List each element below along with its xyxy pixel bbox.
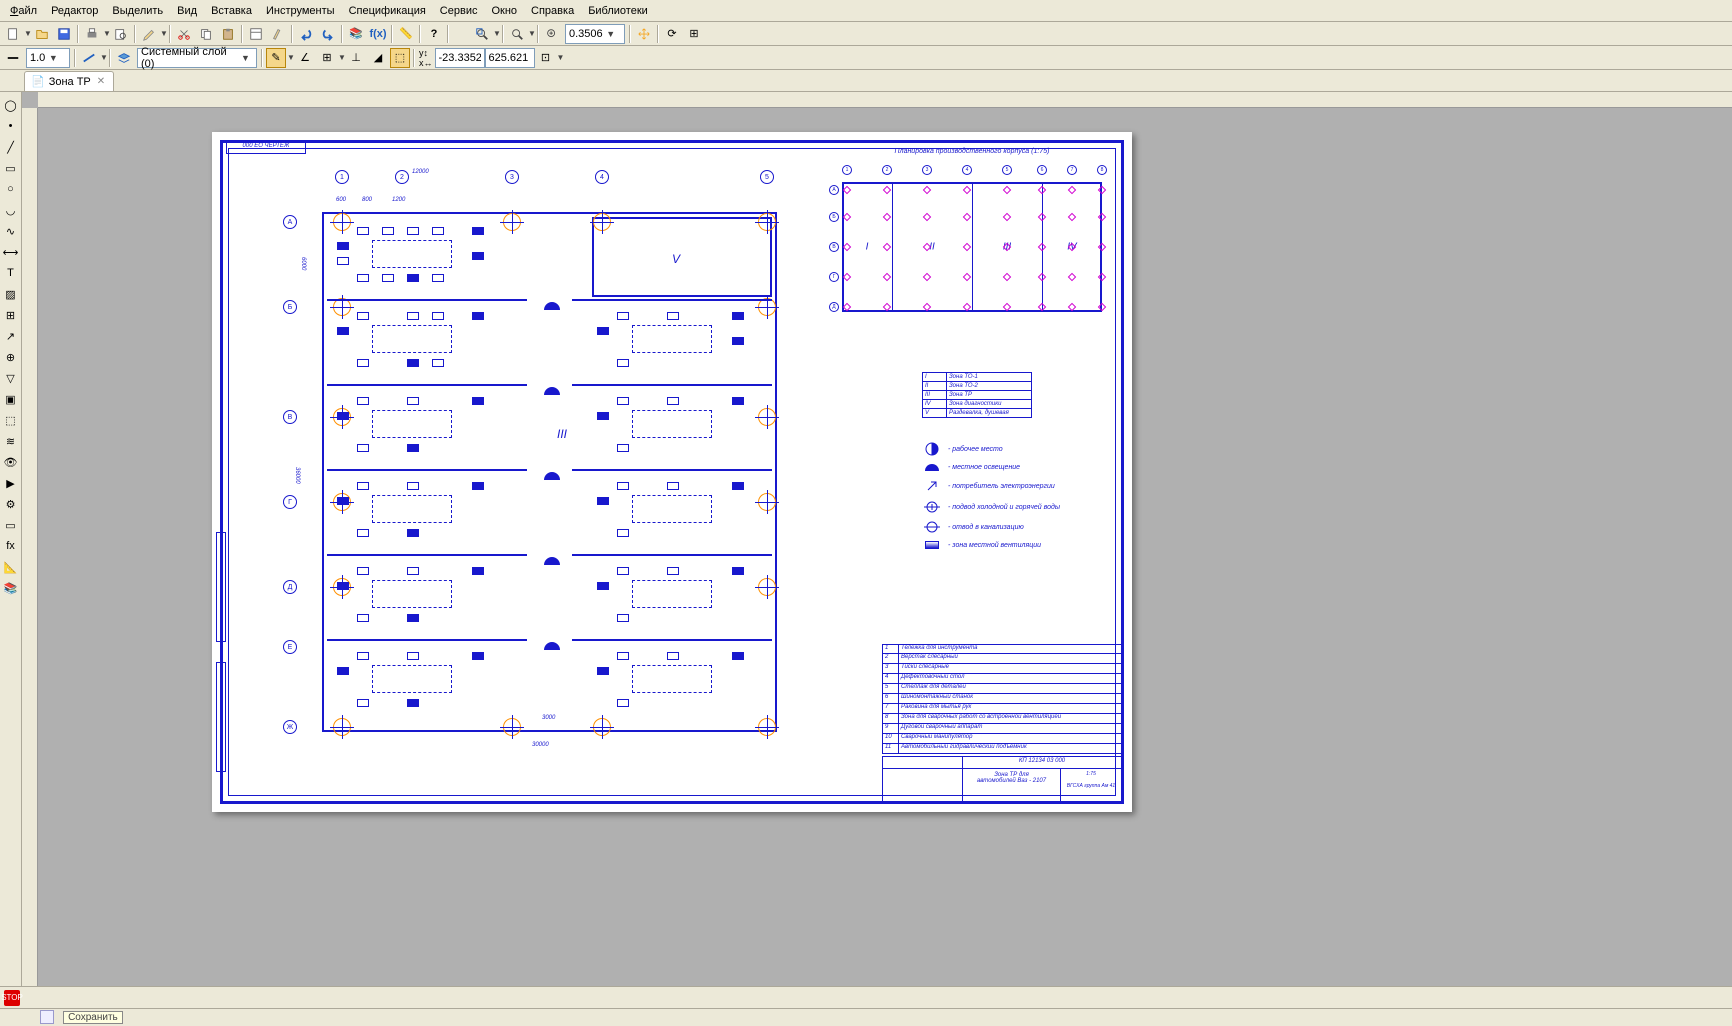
menu-bar: ФФайлайл Редактор Выделить Вид Вставка И… (0, 0, 1732, 22)
snap-grid-icon[interactable]: ⊞ (317, 48, 337, 68)
menu-insert[interactable]: Вставка (205, 2, 258, 20)
param2-icon[interactable]: fx (2, 537, 20, 555)
zoom-value[interactable]: 1.0▼ (26, 48, 70, 68)
drawing-canvas[interactable]: 000 ЕО ЧЕРТЕЖ V III 1 2 3 4 5 А Б В (22, 92, 1732, 986)
hint-bar: Сохранить (0, 1008, 1732, 1026)
new-icon[interactable] (3, 24, 23, 44)
dim-icon[interactable]: ⟷ (2, 243, 20, 261)
redo-icon[interactable] (318, 24, 338, 44)
linecolor-icon[interactable] (79, 48, 99, 68)
undo-icon[interactable] (296, 24, 316, 44)
paste-icon[interactable] (218, 24, 238, 44)
leader-icon[interactable]: ↗ (2, 327, 20, 345)
tab-close-icon[interactable]: ✕ (95, 76, 107, 87)
menu-help[interactable]: Справка (525, 2, 580, 20)
zone-table: IЗона ТО-1 IIЗона ТО-2 IIIЗона ТР IVЗона… (922, 372, 1032, 418)
cut-icon[interactable] (174, 24, 194, 44)
print-icon[interactable] (82, 24, 102, 44)
refresh-icon[interactable]: ⟳ (662, 24, 682, 44)
layermgr-icon[interactable] (114, 48, 134, 68)
menu-window[interactable]: Окно (485, 2, 523, 20)
measure2-icon[interactable]: 📐 (2, 558, 20, 576)
menu-libraries[interactable]: Библиотеки (582, 2, 654, 20)
table-icon[interactable]: ⊞ (2, 306, 20, 324)
copy-props-icon[interactable] (268, 24, 288, 44)
zoom-in-icon[interactable] (542, 24, 562, 44)
main-area: ◯ • ╱ ▭ ○ ◡ ∿ ⟷ T ▨ ⊞ ↗ ⊕ ▽ ▣ ⬚ ≋ 👁 ▶ ⚙ … (0, 92, 1732, 986)
frame-icon[interactable]: ⬚ (2, 411, 20, 429)
coord-menu-icon[interactable]: ⊡ (536, 48, 556, 68)
manager-icon[interactable]: 📚 (346, 24, 366, 44)
rect-icon[interactable]: ▭ (2, 159, 20, 177)
lib-icon[interactable]: 📚 (2, 579, 20, 597)
arc-icon[interactable]: ◡ (2, 201, 20, 219)
floor-plan: V III 1 2 3 4 5 А Б В Г Д Е Ж (272, 167, 782, 742)
param-icon[interactable]: ⬚ (390, 48, 410, 68)
doc-icon: 📄 (31, 75, 45, 88)
document-tabs: 📄 Зона ТР ✕ (0, 70, 1732, 92)
menu-file[interactable]: ФФайлайл (4, 2, 43, 20)
open-icon[interactable] (32, 24, 52, 44)
base-icon[interactable]: ▣ (2, 390, 20, 408)
variables-icon[interactable]: f(x) (368, 24, 388, 44)
pan-icon[interactable] (634, 24, 654, 44)
zoom-dynamic-icon[interactable] (507, 24, 527, 44)
menu-spec[interactable]: Спецификация (343, 2, 432, 20)
coord-x-input[interactable] (435, 48, 485, 68)
vertical-toolbar: ◯ • ╱ ▭ ○ ◡ ∿ ⟷ T ▨ ⊞ ↗ ⊕ ▽ ▣ ⬚ ≋ 👁 ▶ ⚙ … (0, 92, 22, 986)
properties-icon[interactable] (246, 24, 266, 44)
save-icon[interactable] (54, 24, 74, 44)
line-icon[interactable]: ╱ (2, 138, 20, 156)
tab-label: Зона ТР (49, 76, 91, 88)
zoom-window-icon[interactable] (472, 24, 492, 44)
layer-combo[interactable]: Системный слой (0)▼ (137, 48, 257, 68)
view-icon[interactable]: 👁 (2, 453, 20, 471)
point-icon[interactable]: • (2, 117, 20, 135)
hatch-icon[interactable]: ▨ (2, 285, 20, 303)
text-icon[interactable]: T (2, 264, 20, 282)
tab-zona-tr[interactable]: 📄 Зона ТР ✕ (24, 71, 114, 91)
status-bar: STOP (0, 986, 1732, 1008)
toolbar-props: 1.0▼ ▼ Системный слой (0)▼ ✎▼ ∠ ⊞▼ ⊥ ◢ ⬚… (0, 46, 1732, 70)
snap-toggle[interactable]: ✎ (266, 48, 286, 68)
spline-icon[interactable]: ∿ (2, 222, 20, 240)
showall-icon[interactable]: ⊞ (684, 24, 704, 44)
ruler-horizontal (38, 92, 1732, 108)
menu-select[interactable]: Выделить (106, 2, 169, 20)
linestyle-icon[interactable] (3, 48, 23, 68)
menu-view[interactable]: Вид (171, 2, 203, 20)
circle-icon[interactable]: ○ (2, 180, 20, 198)
preview-icon[interactable] (111, 24, 131, 44)
constr-icon[interactable]: ⚙ (2, 495, 20, 513)
break-icon[interactable]: ≋ (2, 432, 20, 450)
ortho-icon[interactable]: ⊥ (346, 48, 366, 68)
macro-icon[interactable]: ▶ (2, 474, 20, 492)
toolbar-main: ▼ ▼ ▼ 📚 f(x) 📏 ? ▼ ▼ 0.3506▼ ⟳ ⊞ (0, 22, 1732, 46)
title-block: КП 12134 03 000 Зона ТР дляавтомобилей В… (882, 756, 1122, 802)
measure-icon[interactable]: 📏 (396, 24, 416, 44)
coord-y-input[interactable] (485, 48, 535, 68)
drawing-stamp: 000 ЕО ЧЕРТЕЖ (226, 142, 306, 154)
snap-angle-icon[interactable]: ∠ (295, 48, 315, 68)
select-icon[interactable]: ▭ (2, 516, 20, 534)
edit-icon[interactable] (139, 24, 159, 44)
scale-combo[interactable]: 0.3506▼ (565, 24, 625, 44)
copy-icon[interactable] (196, 24, 216, 44)
menu-editor[interactable]: Редактор (45, 2, 104, 20)
ruler-vertical (22, 108, 38, 986)
legend: - рабочее место - местное освещение - по… (922, 442, 1112, 557)
geometry-icon[interactable]: ◯ (2, 96, 20, 114)
axis-icon[interactable]: ⊕ (2, 348, 20, 366)
drawing-sheet: 000 ЕО ЧЕРТЕЖ V III 1 2 3 4 5 А Б В (212, 132, 1132, 812)
whatsthis-icon[interactable]: ? (424, 24, 444, 44)
menu-service[interactable]: Сервис (434, 2, 484, 20)
hint-text: Сохранить (63, 1011, 123, 1024)
spec-table: 1Тележка для инструмента 2Верстак слесар… (882, 644, 1122, 754)
round-icon[interactable]: ◢ (368, 48, 388, 68)
rough-icon[interactable]: ▽ (2, 369, 20, 387)
mini-plan: Планировка производственного корпуса (1:… (832, 162, 1112, 332)
menu-tools[interactable]: Инструменты (260, 2, 341, 20)
stop-icon[interactable]: STOP (4, 990, 20, 1006)
